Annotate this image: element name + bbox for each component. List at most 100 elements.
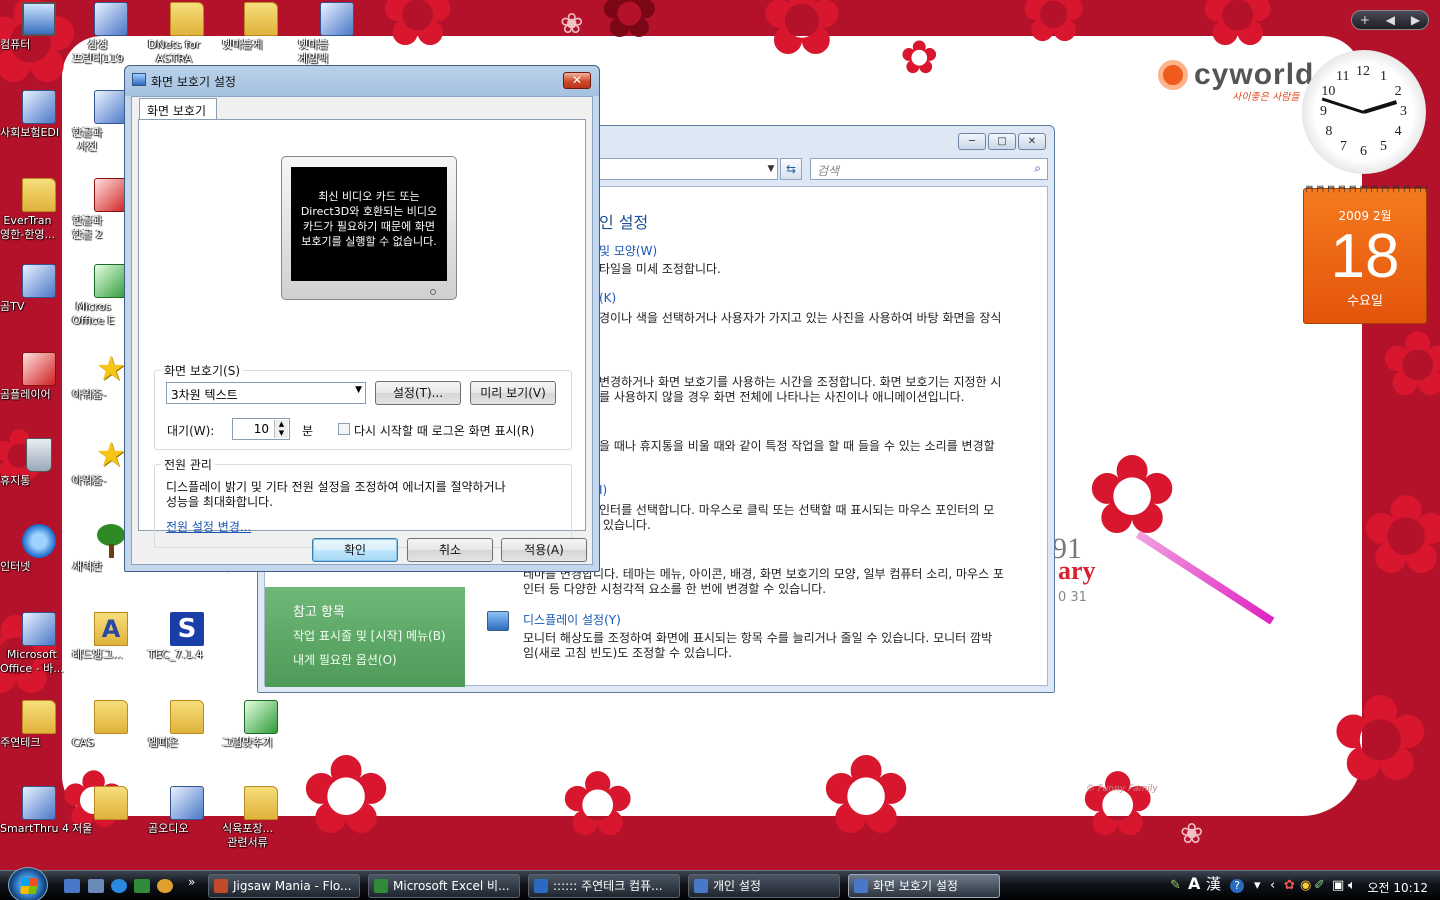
resume-logon-checkbox[interactable] bbox=[338, 423, 350, 435]
calendar-day: 18 bbox=[1330, 222, 1400, 291]
desktop-icon[interactable]: 삼성 프린터119 bbox=[72, 2, 150, 65]
desktop-icon[interactable]: 넷마블게 bbox=[222, 2, 300, 51]
flower-decoration: ✿ bbox=[820, 731, 913, 859]
desktop-icon[interactable]: DNets for ASTRA bbox=[148, 2, 226, 65]
search-input[interactable]: 검색 ⌕ bbox=[810, 158, 1048, 180]
desktop-icon[interactable]: 주연테크 bbox=[0, 700, 78, 749]
help-icon[interactable]: ? bbox=[1230, 879, 1244, 893]
wait-minutes-stepper[interactable]: 10 ▲ ▼ bbox=[232, 418, 290, 440]
desktop-icon[interactable]: 컴퓨터 bbox=[0, 2, 78, 51]
red-icon bbox=[94, 178, 128, 212]
taskbar-button[interactable]: Microsoft Excel 비... bbox=[368, 874, 520, 898]
desktop-icon[interactable]: 사회보험EDI bbox=[0, 90, 78, 139]
desktop-icon[interactable]: Microsoft Office - 바... bbox=[0, 612, 78, 675]
desktop-icon[interactable]: 휴지통 bbox=[0, 438, 78, 487]
desktop-icon[interactable]: SmartThru 4 bbox=[0, 786, 78, 835]
app-icon[interactable] bbox=[157, 879, 173, 893]
internet-explorer-icon[interactable] bbox=[111, 879, 127, 893]
desktop-icon[interactable]: 엠피온 bbox=[148, 700, 226, 749]
sidebar-controls[interactable]: + ◀ ▶ bbox=[1351, 10, 1429, 30]
next-icon[interactable]: ▶ bbox=[1411, 13, 1420, 27]
clock-number: 8 bbox=[1325, 124, 1333, 139]
clock-gadget[interactable]: 12 1 2 3 4 5 6 7 8 9 10 11 bbox=[1302, 50, 1426, 174]
tray-app-icon[interactable]: ✿ bbox=[1284, 879, 1295, 893]
desktop-icon[interactable]: 저울 bbox=[72, 786, 150, 835]
taskbar-start-menu-link[interactable]: 작업 표시줄 및 [시작] 메뉴(B) bbox=[293, 627, 446, 644]
settings-button[interactable]: 설정(T)... bbox=[375, 381, 461, 405]
taskbar-button[interactable]: Jigsaw Mania - Flo... bbox=[208, 874, 360, 898]
address-bar[interactable] bbox=[598, 158, 778, 180]
window-color-link[interactable]: 및 모양(W) bbox=[599, 242, 657, 259]
desktop-icon-label: Microsoft Office - 바... bbox=[0, 648, 64, 675]
desktop-icon[interactable]: 넷마블 게임팩 bbox=[298, 2, 376, 65]
desktop-icon[interactable]: EverTran 영한-한영... bbox=[0, 178, 78, 241]
close-button[interactable]: ✕ bbox=[563, 72, 591, 89]
ime-alpha-icon[interactable]: A bbox=[1188, 876, 1200, 892]
flower-decoration: ✿ bbox=[1330, 670, 1431, 809]
ie-icon bbox=[22, 524, 56, 558]
resume-logon-label[interactable]: 다시 시작할 때 로그온 화면 표시(R) bbox=[354, 422, 534, 439]
quicklaunch-more-icon[interactable]: » bbox=[188, 875, 195, 889]
ease-of-access-link[interactable]: 내게 필요한 옵션(O) bbox=[293, 651, 397, 668]
desktop-icon-label: 식육포장... 관련서류 bbox=[222, 822, 273, 849]
desktop-icon[interactable]: 곰오디오 bbox=[148, 786, 226, 835]
flower-decoration: ✿ bbox=[1086, 431, 1179, 559]
cyworld-slogan: 사이좋은 사람들 bbox=[1232, 92, 1300, 103]
display-settings-link[interactable]: 디스플레이 설정(Y) bbox=[523, 611, 621, 628]
tab-screensaver[interactable]: 화면 보호기 bbox=[139, 98, 217, 120]
desktop-icon[interactable]: A 레드앵그... bbox=[72, 612, 150, 661]
screensaver-settings-dialog[interactable]: 화면 보호기 설정 ✕ 화면 보호기 최신 비디오 카드 또는 Direct3D… bbox=[124, 65, 600, 572]
ime-pen-icon[interactable]: ✎ bbox=[1170, 879, 1181, 893]
desktop-icon[interactable]: CAS bbox=[72, 700, 150, 749]
taskbar-button[interactable]: 화면 보호기 설정 bbox=[848, 874, 1000, 898]
show-hidden-icons[interactable]: ‹ bbox=[1270, 879, 1275, 893]
screensaver-select[interactable]: 3차원 텍스트 ▼ bbox=[166, 382, 366, 404]
network-icon[interactable]: ▣ bbox=[1332, 879, 1344, 893]
search-placeholder: 검색 bbox=[817, 164, 840, 178]
ime-options-icon[interactable]: ▾ bbox=[1254, 879, 1261, 893]
prev-icon[interactable]: ◀ bbox=[1386, 13, 1395, 27]
ok-button[interactable]: 확인 bbox=[312, 538, 398, 562]
taskbar-clock[interactable]: 오전 10:12 bbox=[1368, 879, 1428, 896]
desktop-icon[interactable]: S TEC_7.1.4 bbox=[148, 612, 226, 661]
tray-app-icon[interactable]: ✐ bbox=[1314, 879, 1325, 893]
ime-hanja-icon[interactable]: 漢 bbox=[1206, 877, 1221, 892]
calendar-rings: ╒╕╒╕╒╕╒╕╒╕╒╕╒╕╒╕╒╕╒╕╒╕╒╕╒╕╒╕╒╕╒╕╒╕╒╕╒╕ bbox=[1304, 183, 1428, 193]
refresh-button[interactable]: ⇆ bbox=[780, 158, 802, 180]
start-button[interactable] bbox=[8, 867, 48, 900]
minimize-button[interactable]: ─ bbox=[958, 133, 986, 150]
desktop-icon-label: 삼성 프린터119 bbox=[72, 38, 124, 65]
desktop-icon-label: 한글과 한글 2 bbox=[72, 214, 103, 241]
tray-app-icon[interactable]: ◉ bbox=[1300, 879, 1311, 893]
preview-button[interactable]: 미리 보기(V) bbox=[470, 381, 556, 405]
display-settings-icon bbox=[487, 611, 509, 631]
maximize-button[interactable]: □ bbox=[988, 133, 1016, 150]
desktop-icon[interactable]: 인터넷 bbox=[0, 524, 78, 573]
switch-windows-icon[interactable] bbox=[88, 879, 104, 893]
app-icon bbox=[94, 2, 128, 36]
taskbar-button[interactable]: 개인 설정 bbox=[688, 874, 840, 898]
taskbar-button[interactable]: :::::: 주연테크 컴퓨... bbox=[528, 874, 680, 898]
wait-minutes-value[interactable]: 10 bbox=[254, 422, 269, 436]
desktop-icon[interactable]: 곰TV bbox=[0, 264, 78, 313]
apply-button[interactable]: 적용(A) bbox=[501, 538, 587, 562]
show-desktop-icon[interactable] bbox=[64, 879, 80, 893]
chevron-down-icon[interactable]: ▼ bbox=[764, 158, 778, 180]
flower-decoration: ✿ bbox=[300, 731, 393, 859]
taskbar: » Jigsaw Mania - Flo... Microsoft Excel 비… bbox=[0, 867, 1440, 900]
clock-number: 2 bbox=[1394, 84, 1402, 99]
change-power-settings-link[interactable]: 전원 설정 변경... bbox=[166, 518, 251, 535]
desktop-icon[interactable]: 식육포장... 관련서류 bbox=[222, 786, 300, 849]
volume-icon[interactable]: 🔈︎ bbox=[1348, 879, 1356, 893]
excel-icon[interactable] bbox=[134, 879, 150, 893]
cancel-button[interactable]: 취소 bbox=[407, 538, 493, 562]
desktop-background-link[interactable]: (K) bbox=[599, 291, 616, 305]
desktop-icon[interactable]: 곰플레이어 bbox=[0, 352, 78, 401]
desktop-icon[interactable]: 그림맞추기 bbox=[222, 700, 300, 749]
close-button[interactable]: ✕ bbox=[1018, 133, 1046, 150]
calendar-gadget[interactable]: ╒╕╒╕╒╕╒╕╒╕╒╕╒╕╒╕╒╕╒╕╒╕╒╕╒╕╒╕╒╕╒╕╒╕╒╕╒╕ 2… bbox=[1303, 183, 1428, 324]
spin-arrows-icon[interactable]: ▲ ▼ bbox=[274, 420, 288, 438]
add-gadget-icon[interactable]: + bbox=[1360, 13, 1370, 27]
mouse-pointer-link[interactable]: I) bbox=[599, 483, 607, 497]
search-icon[interactable]: ⌕ bbox=[1034, 161, 1041, 176]
